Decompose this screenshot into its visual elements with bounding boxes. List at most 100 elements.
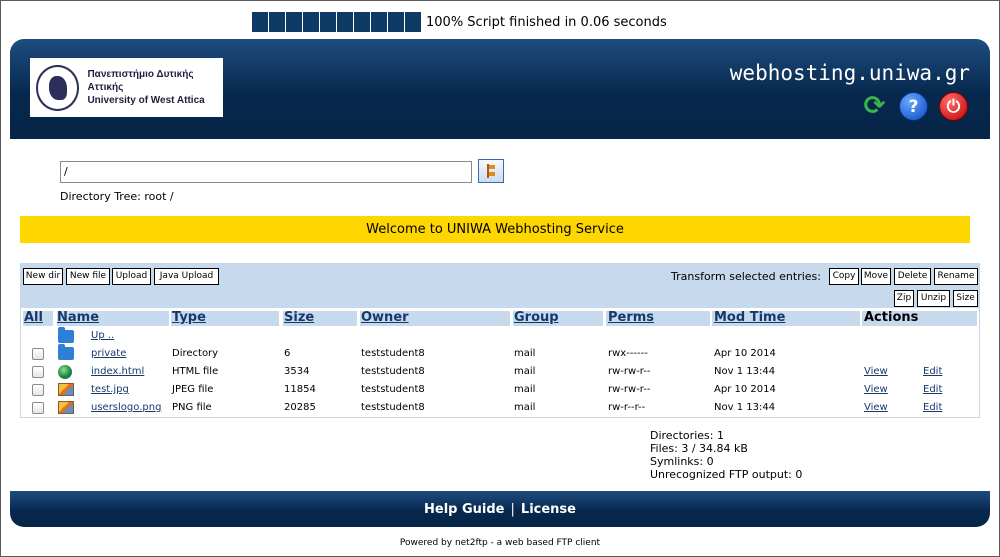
- progress-block: [320, 12, 336, 32]
- new-file-button[interactable]: New file: [66, 268, 110, 285]
- cell-owner: teststudent8: [361, 384, 425, 395]
- java-upload-button[interactable]: Java Upload: [154, 268, 219, 285]
- cell-group: mail: [514, 384, 536, 395]
- column-header-mod-time[interactable]: Mod Time: [714, 310, 785, 325]
- new-dir-button[interactable]: New dir: [23, 268, 63, 285]
- image-file-icon: [58, 401, 74, 414]
- progress-block: [286, 12, 302, 32]
- progress-block: [354, 12, 370, 32]
- powered-by-text: Powered by net2ftp - a web based FTP cli…: [399, 538, 601, 548]
- edit-link[interactable]: Edit: [923, 366, 942, 377]
- help-guide-link[interactable]: Help Guide: [424, 502, 505, 517]
- edit-link[interactable]: Edit: [923, 384, 942, 395]
- cell-size: 3534: [284, 366, 310, 377]
- html-file-icon: [58, 365, 72, 379]
- zip-button[interactable]: Zip: [894, 290, 914, 307]
- university-seal-icon: [36, 64, 80, 111]
- column-header-size[interactable]: Size: [284, 310, 314, 325]
- unzip-button[interactable]: Unzip: [917, 290, 950, 307]
- progress-block: [405, 12, 421, 32]
- refresh-icon[interactable]: ⟳: [861, 91, 888, 121]
- cell-size: 11854: [284, 384, 316, 395]
- cell-group: mail: [514, 402, 536, 413]
- folder-up-icon: [58, 327, 74, 343]
- power-icon[interactable]: ⏻: [939, 92, 968, 121]
- file-browser-panel: New dir New file Upload Java Upload Tran…: [20, 263, 980, 418]
- move-button[interactable]: Move: [861, 268, 891, 285]
- directory-tree-button[interactable]: [478, 159, 504, 183]
- script-progress: 100% Script finished in 0.06 seconds: [252, 12, 667, 32]
- column-header-perms[interactable]: Perms: [608, 310, 654, 325]
- column-header-name[interactable]: Name: [57, 310, 99, 325]
- progress-block: [252, 12, 268, 32]
- directory-tree-label: Directory Tree:: [60, 190, 141, 203]
- transform-label: Transform selected entries:: [671, 270, 821, 283]
- welcome-banner: Welcome to UNIWA Webhosting Service: [20, 216, 970, 243]
- logo-text-english: University of West Attica: [87, 95, 205, 106]
- license-link[interactable]: License: [521, 502, 576, 517]
- help-icon[interactable]: ?: [899, 92, 928, 121]
- row-checkbox[interactable]: [32, 384, 44, 396]
- image-file-icon: [58, 383, 74, 396]
- summary-files: Files: 3 / 34.84 kB: [650, 442, 748, 455]
- cell-mod-time: Nov 1 13:44: [714, 366, 776, 377]
- cell-perms: rw-r--r--: [608, 402, 646, 413]
- column-header-type[interactable]: Type: [172, 310, 206, 325]
- up-directory-link[interactable]: Up ..: [91, 330, 114, 341]
- row-checkbox[interactable]: [32, 402, 44, 414]
- cell-owner: teststudent8: [361, 402, 425, 413]
- cell-size: 6: [284, 348, 291, 359]
- cell-group: mail: [514, 366, 536, 377]
- breadcrumb-separator: /: [169, 190, 174, 203]
- select-all-link[interactable]: All: [24, 310, 43, 325]
- size-button[interactable]: Size: [953, 290, 978, 307]
- view-link[interactable]: View: [864, 384, 888, 395]
- breadcrumb-root[interactable]: root: [144, 190, 166, 203]
- site-header: Πανεπιστήμιο Δυτικής Αττικής University …: [10, 39, 990, 139]
- cell-owner: teststudent8: [361, 348, 425, 359]
- site-title: webhosting.uniwa.gr: [729, 61, 970, 85]
- cell-type: PNG file: [172, 402, 212, 413]
- file-name-link[interactable]: index.html: [91, 366, 144, 377]
- summary-symlinks: Symlinks: 0: [650, 455, 714, 468]
- delete-button[interactable]: Delete: [894, 268, 931, 285]
- cell-owner: teststudent8: [361, 366, 425, 377]
- row-checkbox[interactable]: [32, 348, 44, 360]
- cell-perms: rw-rw-r--: [608, 384, 651, 395]
- summary-directories: Directories: 1: [650, 429, 724, 442]
- progress-block: [269, 12, 285, 32]
- university-logo: Πανεπιστήμιο Δυτικής Αττικής University …: [30, 58, 223, 117]
- progress-block: [337, 12, 353, 32]
- cell-type: Directory: [172, 348, 219, 359]
- upload-button[interactable]: Upload: [112, 268, 151, 285]
- site-footer: Help Guide | License: [10, 491, 990, 527]
- cell-group: mail: [514, 348, 536, 359]
- view-link[interactable]: View: [864, 366, 888, 377]
- cell-perms: rwx------: [608, 348, 648, 359]
- file-name-link[interactable]: test.jpg: [91, 384, 129, 395]
- cell-mod-time: Nov 1 13:44: [714, 402, 776, 413]
- progress-text: 100% Script finished in 0.06 seconds: [426, 14, 667, 30]
- column-header-group[interactable]: Group: [514, 310, 559, 325]
- column-header-owner[interactable]: Owner: [361, 310, 409, 325]
- directory-tree-breadcrumb: Directory Tree: root /: [60, 190, 174, 203]
- cell-type: JPEG file: [172, 384, 214, 395]
- file-name-link[interactable]: userslogo.png: [91, 402, 161, 413]
- progress-block: [371, 12, 387, 32]
- directory-path-input[interactable]: /: [60, 161, 472, 183]
- file-name-link[interactable]: private: [91, 348, 126, 359]
- cell-type: HTML file: [172, 366, 219, 377]
- copy-button[interactable]: Copy: [829, 268, 859, 285]
- directory-summary: Directories: 1 Files: 3 / 34.84 kB Symli…: [650, 429, 802, 481]
- cell-perms: rw-rw-r--: [608, 366, 651, 377]
- rename-button[interactable]: Rename: [934, 268, 978, 285]
- cell-mod-time: Apr 10 2014: [714, 384, 776, 395]
- column-header-actions: Actions: [864, 310, 919, 325]
- cell-mod-time: Apr 10 2014: [714, 348, 776, 359]
- folder-icon: [58, 344, 74, 360]
- view-link[interactable]: View: [864, 402, 888, 413]
- row-checkbox[interactable]: [32, 366, 44, 378]
- progress-block: [303, 12, 319, 32]
- edit-link[interactable]: Edit: [923, 402, 942, 413]
- summary-unrecognized: Unrecognized FTP output: 0: [650, 468, 803, 481]
